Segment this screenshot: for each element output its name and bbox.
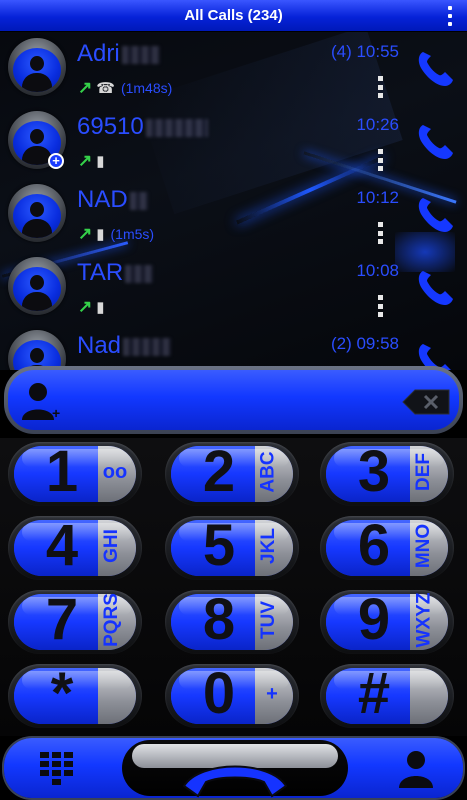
redacted-text bbox=[121, 45, 160, 64]
add-contact-badge[interactable]: + bbox=[48, 153, 64, 169]
call-time: (2) 09:58 bbox=[330, 334, 399, 353]
call-button[interactable] bbox=[122, 740, 348, 798]
key-digit: 1 bbox=[45, 439, 79, 504]
outgoing-call-icon: ↗ bbox=[78, 78, 93, 97]
row-menu-icon[interactable] bbox=[378, 295, 383, 317]
contact-avatar[interactable] bbox=[8, 184, 66, 242]
row-menu-icon[interactable] bbox=[378, 76, 383, 98]
outgoing-call-icon: ↗ bbox=[78, 297, 93, 316]
dial-key[interactable]: # bbox=[320, 664, 454, 728]
dial-key[interactable]: 2 ABC bbox=[165, 442, 299, 506]
row-menu-icon[interactable] bbox=[378, 149, 383, 171]
call-duration: (1m48s) bbox=[120, 80, 173, 96]
key-symbol: oo bbox=[102, 460, 128, 483]
contact-avatar[interactable] bbox=[8, 330, 66, 370]
dial-key[interactable]: * bbox=[8, 664, 142, 728]
key-letters: PQRS bbox=[100, 593, 122, 647]
landline-icon: ☎ bbox=[96, 80, 115, 97]
contact-avatar[interactable] bbox=[8, 38, 66, 96]
call-back-icon[interactable] bbox=[415, 48, 455, 88]
key-digit: 0 bbox=[202, 661, 236, 726]
handset-icon bbox=[182, 765, 288, 798]
dial-key[interactable]: 8 TUV bbox=[165, 590, 299, 654]
outgoing-call-icon: ↗ bbox=[78, 151, 93, 170]
number-input-bar[interactable]: + bbox=[4, 366, 463, 434]
overflow-menu-icon[interactable] bbox=[447, 6, 453, 26]
contact-avatar[interactable] bbox=[8, 257, 66, 315]
call-log-row[interactable]: NAD 10:12 ↗ ▮ (1m5s) bbox=[0, 178, 467, 251]
call-details: ↗ ☎ (1m48s) bbox=[78, 78, 172, 98]
call-duration: (1m5s) bbox=[110, 226, 155, 242]
key-letters: WXYZ bbox=[412, 592, 434, 648]
dial-key[interactable]: 5 JKL bbox=[165, 516, 299, 580]
mobile-icon: ▮ bbox=[96, 153, 105, 170]
call-details: ↗ ▮ (1m5s) bbox=[78, 224, 154, 244]
key-digit: * bbox=[50, 661, 74, 726]
call-time: 10:12 bbox=[356, 188, 399, 207]
svg-text:+: + bbox=[52, 405, 60, 421]
call-back-icon[interactable] bbox=[415, 121, 455, 161]
caller-name: Nad bbox=[77, 332, 122, 359]
call-time: (4) 10:55 bbox=[330, 42, 399, 61]
call-details: ↗ ▮ bbox=[78, 151, 111, 171]
header-bar: All Calls (234) bbox=[0, 0, 467, 32]
caller-name: 69510 bbox=[77, 113, 144, 140]
key-letters: JKL bbox=[258, 528, 279, 564]
key-letters: GHI bbox=[101, 529, 122, 563]
add-contact-icon[interactable]: + bbox=[20, 378, 66, 424]
redacted-text bbox=[129, 191, 148, 210]
call-log-row[interactable]: + 69510 10:26 ↗ ▮ bbox=[0, 105, 467, 178]
bottom-action-bar bbox=[4, 738, 463, 798]
key-symbol: + bbox=[266, 682, 278, 705]
dial-key[interactable]: 1 oo bbox=[8, 442, 142, 506]
call-log-row[interactable]: TAR 10:08 ↗ ▮ bbox=[0, 251, 467, 324]
mobile-icon: ▮ bbox=[96, 299, 105, 316]
outgoing-call-icon: ↗ bbox=[78, 224, 93, 243]
call-back-icon[interactable] bbox=[415, 267, 455, 307]
call-log-list[interactable]: Adri (4) 10:55 ↗ ☎ (1m48s) + 69510 10:26… bbox=[0, 32, 467, 370]
row-menu-icon[interactable] bbox=[378, 222, 383, 244]
call-details: ↗ ▮ bbox=[78, 297, 111, 317]
caller-name: TAR bbox=[77, 259, 124, 286]
dial-key[interactable]: 4 GHI bbox=[8, 516, 142, 580]
caller-name: Adri bbox=[77, 40, 120, 67]
redacted-text bbox=[145, 118, 208, 137]
caller-name: NAD bbox=[77, 186, 128, 213]
redacted-text bbox=[123, 337, 172, 356]
redacted-text bbox=[125, 264, 154, 283]
dial-key[interactable]: 9 WXYZ bbox=[320, 590, 454, 654]
dial-key[interactable]: 0 + bbox=[165, 664, 299, 728]
contact-avatar[interactable]: + bbox=[8, 111, 66, 169]
key-letters: ABC bbox=[257, 451, 279, 493]
key-letters: TUV bbox=[258, 601, 279, 639]
call-log-row[interactable]: Nad (2) 09:58 bbox=[0, 324, 467, 370]
mobile-icon: ▮ bbox=[96, 226, 105, 243]
call-back-icon[interactable] bbox=[415, 194, 455, 234]
backspace-icon[interactable] bbox=[401, 388, 451, 416]
key-letters: MNO bbox=[412, 523, 434, 569]
key-digit: # bbox=[357, 661, 391, 726]
dial-key[interactable]: 3 DEF bbox=[320, 442, 454, 506]
contacts-icon[interactable] bbox=[397, 748, 435, 788]
dialpad: 1 oo 2 ABC 3 DEF 4 GHI 5 JKL 6 MNO 7 PQR… bbox=[0, 438, 467, 736]
call-time: 10:08 bbox=[356, 261, 399, 280]
dial-key[interactable]: 7 PQRS bbox=[8, 590, 142, 654]
call-log-row[interactable]: Adri (4) 10:55 ↗ ☎ (1m48s) bbox=[0, 32, 467, 105]
header-title: All Calls (234) bbox=[184, 7, 283, 24]
dialpad-toggle-icon[interactable] bbox=[36, 750, 76, 786]
dial-key[interactable]: 6 MNO bbox=[320, 516, 454, 580]
call-time: 10:26 bbox=[356, 115, 399, 134]
key-letters: DEF bbox=[413, 453, 434, 491]
